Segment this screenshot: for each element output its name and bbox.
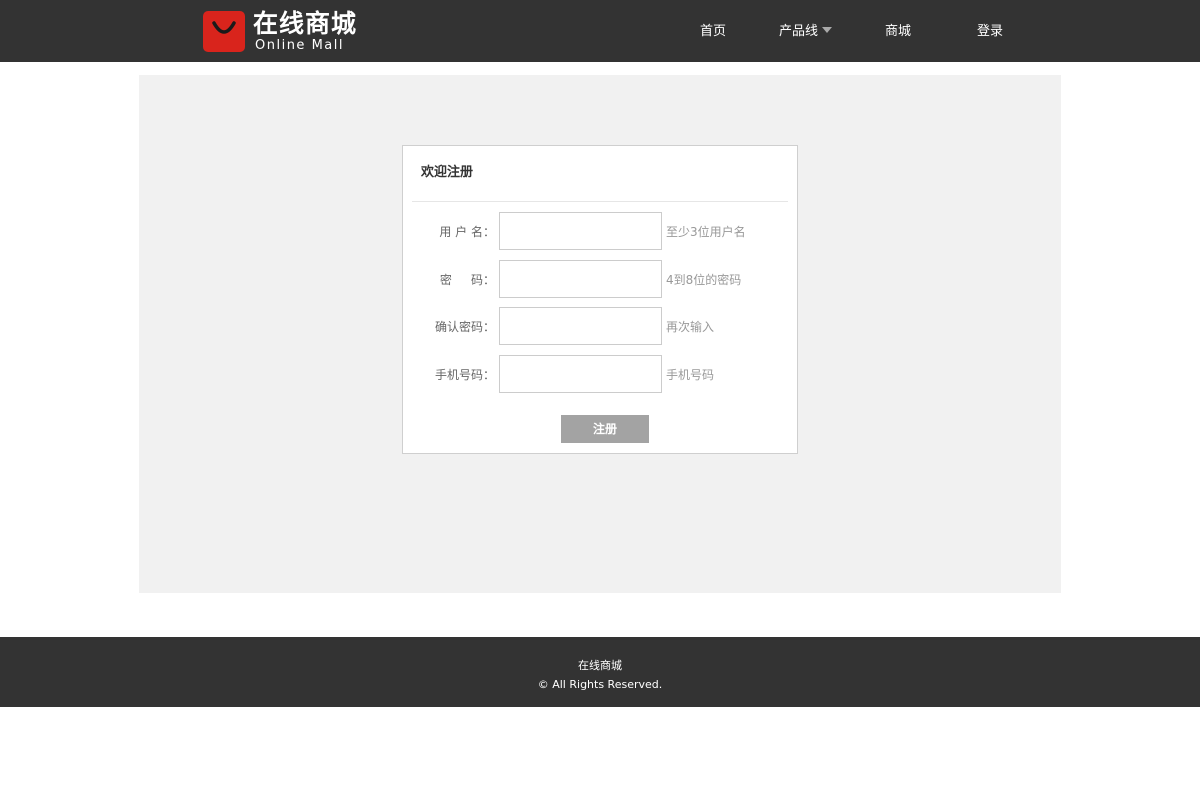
password-input[interactable]: [499, 260, 662, 298]
logo-subtitle: Online Mall: [255, 38, 344, 53]
footer-site-name: 在线商城: [578, 659, 622, 672]
footer: 在线商城 © All Rights Reserved.: [0, 637, 1200, 707]
confirm-password-input[interactable]: [499, 307, 662, 345]
nav-item-mall[interactable]: 商城: [885, 24, 911, 40]
phone-label: 手机号码：: [434, 368, 495, 382]
logo-title[interactable]: 在线商城: [253, 9, 357, 39]
footer-copyright: © All Rights Reserved.: [537, 678, 663, 691]
title-divider: [412, 201, 788, 202]
nav-item-products-label: 产品线: [779, 24, 819, 39]
confirm-password-hint: 再次输入: [666, 320, 715, 334]
nav-item-login[interactable]: 登录: [977, 24, 1003, 40]
register-title: 欢迎注册: [421, 165, 474, 180]
confirm-password-label: 确认密码：: [434, 320, 495, 334]
password-label: 密 码：: [439, 273, 495, 287]
top-header: 在线商城 Online Mall 首页 产品线 商城 登录: [0, 0, 1200, 62]
username-input[interactable]: [499, 212, 662, 250]
register-card: 欢迎注册 用 户 名： 至少3位用户名 密 码： 4到8位的密码 确认密码： 再…: [402, 145, 798, 454]
password-hint: 4到8位的密码: [666, 273, 742, 287]
phone-input[interactable]: [499, 355, 662, 393]
username-label: 用 户 名：: [439, 225, 495, 239]
nav-item-home[interactable]: 首页: [700, 24, 726, 40]
username-hint: 至少3位用户名: [666, 225, 746, 239]
phone-hint: 手机号码: [666, 368, 715, 382]
shopping-bag-icon[interactable]: [203, 11, 245, 52]
register-button[interactable]: 注册: [561, 415, 649, 443]
chevron-down-icon: [822, 27, 833, 33]
nav-item-products[interactable]: 产品线: [779, 24, 833, 40]
